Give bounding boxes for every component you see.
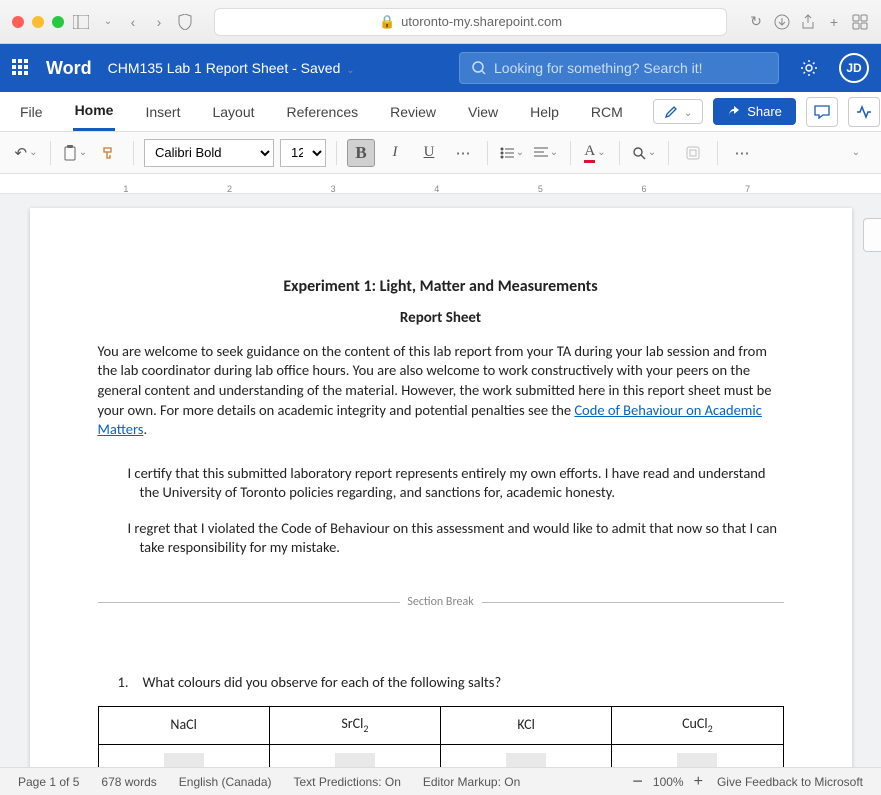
tab-view[interactable]: View (466, 94, 500, 130)
share-arrow-icon (727, 105, 741, 119)
app-launcher-icon[interactable] (12, 59, 30, 77)
pencil-icon (664, 105, 678, 119)
bold-button[interactable]: B (347, 139, 375, 167)
salt-header: CuCl2 (612, 707, 783, 744)
minimize-window[interactable] (32, 16, 44, 28)
sidebar-menu[interactable] (98, 13, 116, 31)
more-commands-button[interactable]: ⋯ (728, 139, 756, 167)
table-header-row: NaCl SrCl2 KCl CuCl2 (98, 707, 783, 744)
undo-button[interactable]: ↶ (12, 139, 40, 167)
find-button[interactable] (630, 139, 658, 167)
salt-header: KCl (441, 707, 612, 744)
text-predictions[interactable]: Text Predictions: On (293, 775, 400, 789)
format-painter-button[interactable] (95, 139, 123, 167)
search-input[interactable]: Looking for something? Search it! (459, 52, 779, 84)
share-icon[interactable] (799, 13, 817, 31)
align-button[interactable] (532, 139, 560, 167)
italic-button[interactable]: I (381, 139, 409, 167)
close-window[interactable] (12, 16, 24, 28)
tabs-icon[interactable] (851, 13, 869, 31)
salts-table: NaCl SrCl2 KCl CuCl2 (98, 706, 784, 767)
section-break: Section Break (98, 602, 784, 603)
back-button[interactable]: ‹ (124, 13, 142, 31)
maximize-window[interactable] (52, 16, 64, 28)
feedback-link[interactable]: Give Feedback to Microsoft (717, 775, 863, 789)
intro-paragraph: You are welcome to seek guidance on the … (98, 342, 784, 440)
sidebar-icon[interactable] (72, 13, 90, 31)
salt-header: NaCl (98, 707, 269, 744)
browser-toolbar: ‹ › 🔒 utoronto-my.sharepoint.com ↻ + (0, 0, 881, 44)
tab-layout[interactable]: Layout (210, 94, 256, 130)
certification-1: I certify that this submitted laboratory… (110, 464, 784, 503)
activity-button[interactable] (848, 97, 880, 127)
word-count[interactable]: 678 words (101, 775, 156, 789)
forward-button[interactable]: › (150, 13, 168, 31)
editor-markup[interactable]: Editor Markup: On (423, 775, 520, 789)
settings-icon[interactable] (795, 54, 823, 82)
window-controls (12, 16, 64, 28)
font-color-button[interactable]: A (581, 139, 609, 167)
tab-rcm[interactable]: RCM (589, 94, 625, 130)
doc-title: Experiment 1: Light, Matter and Measurem… (98, 276, 784, 298)
tab-review[interactable]: Review (388, 94, 438, 130)
salt-input[interactable] (612, 744, 783, 767)
question-number: 1. (118, 673, 129, 693)
tab-home[interactable]: Home (73, 92, 116, 131)
question-1: 1. What colours did you observe for each… (118, 673, 784, 693)
tab-help[interactable]: Help (528, 94, 561, 130)
salt-input[interactable] (269, 744, 440, 767)
bullets-button[interactable] (498, 139, 526, 167)
language-indicator[interactable]: English (Canada) (179, 775, 272, 789)
zoom-level[interactable]: 100% (653, 775, 684, 789)
tab-references[interactable]: References (285, 94, 361, 130)
page-indicator[interactable]: Page 1 of 5 (18, 775, 79, 789)
font-size-select[interactable]: 12 (280, 139, 326, 167)
tab-insert[interactable]: Insert (143, 94, 182, 130)
edit-mode-button[interactable] (653, 99, 703, 124)
certification-2: I regret that I violated the Code of Beh… (110, 519, 784, 558)
zoom-control: − 100% + (632, 771, 703, 792)
app-name[interactable]: Word (46, 58, 92, 79)
search-placeholder: Looking for something? Search it! (494, 60, 703, 76)
more-font-button[interactable]: ⋯ (449, 139, 477, 167)
zoom-in-button[interactable]: + (694, 773, 703, 791)
paste-button[interactable] (61, 139, 89, 167)
new-tab-icon[interactable]: + (825, 13, 843, 31)
side-panel-tab[interactable] (863, 218, 881, 252)
ribbon-tabs: File Home Insert Layout References Revie… (0, 92, 881, 132)
reload-icon[interactable]: ↻ (747, 13, 765, 31)
document-title[interactable]: CHM135 Lab 1 Report Sheet - Saved (108, 60, 355, 76)
lock-icon: 🔒 (379, 14, 395, 30)
salt-header: SrCl2 (269, 707, 440, 744)
search-icon (472, 61, 486, 75)
font-select[interactable]: Calibri Bold (144, 139, 274, 167)
comments-button[interactable] (806, 97, 838, 127)
url-text: utoronto-my.sharepoint.com (401, 14, 562, 29)
ribbon-toolbar: ↶ Calibri Bold 12 B I U ⋯ A ⋯ (0, 132, 881, 174)
address-bar[interactable]: 🔒 utoronto-my.sharepoint.com (214, 8, 727, 36)
question-text: What colours did you observe for each of… (143, 673, 502, 693)
salt-input[interactable] (98, 744, 269, 767)
ruler[interactable]: 1 2 3 4 5 6 7 (0, 174, 881, 194)
ribbon-collapse[interactable] (841, 139, 869, 167)
app-header: Word CHM135 Lab 1 Report Sheet - Saved L… (0, 44, 881, 92)
zoom-out-button[interactable]: − (632, 771, 643, 792)
table-input-row (98, 744, 783, 767)
share-button[interactable]: Share (713, 98, 796, 125)
document-page[interactable]: Experiment 1: Light, Matter and Measurem… (30, 208, 852, 767)
salt-input[interactable] (441, 744, 612, 767)
underline-button[interactable]: U (415, 139, 443, 167)
dictate-button[interactable] (679, 139, 707, 167)
status-bar: Page 1 of 5 678 words English (Canada) T… (0, 767, 881, 795)
shield-icon[interactable] (176, 13, 194, 31)
tab-file[interactable]: File (18, 94, 45, 130)
document-scroll-area[interactable]: Experiment 1: Light, Matter and Measurem… (0, 194, 881, 767)
user-avatar[interactable]: JD (839, 53, 869, 83)
doc-subtitle: Report Sheet (98, 308, 784, 328)
download-icon[interactable] (773, 13, 791, 31)
